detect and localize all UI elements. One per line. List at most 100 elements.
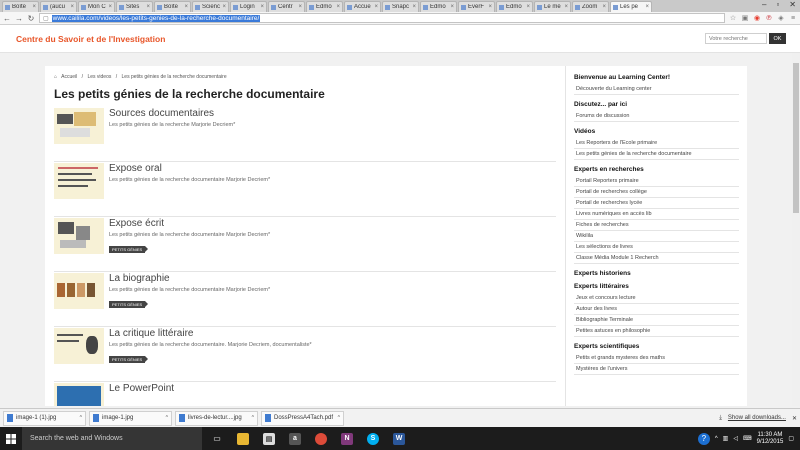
tab-close-icon[interactable]: × [645, 4, 649, 10]
sidebar-heading[interactable]: Experts en recherches [574, 166, 739, 173]
sidebar-link[interactable]: Mystères de l'univers [574, 364, 739, 375]
volume-icon[interactable]: ◁ [733, 435, 738, 442]
taskbar-search[interactable]: Search the web and Windows [22, 427, 202, 450]
sidebar-link[interactable]: Fiches de recherches [574, 220, 739, 231]
close-icon[interactable]: ✕ [792, 415, 797, 422]
tab-close-icon[interactable]: × [602, 4, 606, 10]
browser-tab[interactable]: Edmo × [420, 1, 457, 12]
browser-tab[interactable]: Edmo × [496, 1, 533, 12]
sidebar-link[interactable]: Les petits génies de la recherche docume… [574, 149, 739, 160]
tab-close-icon[interactable]: × [564, 4, 568, 10]
breadcrumb-videos[interactable]: Les videos [87, 74, 111, 80]
keyboard-icon[interactable]: ⌨ [743, 435, 752, 442]
download-item[interactable]: image-1.jpg ^ [89, 410, 172, 426]
sidebar-link[interactable]: Classe Média Module 1 Recherch [574, 253, 739, 264]
video-title[interactable]: Expose oral [109, 163, 270, 174]
tab-close-icon[interactable]: × [70, 4, 74, 10]
browser-tab[interactable]: Boîte × [154, 1, 191, 12]
sidebar-heading[interactable]: Experts littéraires [574, 283, 739, 290]
browser-tab[interactable]: Zoom × [572, 1, 609, 12]
video-title[interactable]: Expose écrit [109, 218, 270, 229]
browser-tab[interactable]: Centr × [268, 1, 305, 12]
network-icon[interactable]: ▥ [723, 435, 729, 442]
menu-icon[interactable]: ≡ [789, 15, 797, 22]
category-tag[interactable]: PETITS GÉNIES [109, 356, 149, 363]
browser-tab[interactable]: Accue × [344, 1, 381, 12]
sidebar-link[interactable]: Les Reporters de l'Ecole primaire [574, 138, 739, 149]
sidebar-link[interactable]: Petits et grands mysteres des maths [574, 353, 739, 364]
sidebar-link[interactable]: Jeux et concours lecture [574, 293, 739, 304]
video-thumbnail[interactable] [54, 328, 104, 364]
maximize-icon[interactable]: ▫ [776, 0, 779, 9]
video-thumbnail[interactable] [54, 218, 104, 254]
browser-tab[interactable]: Le mé × [534, 1, 571, 12]
store-icon[interactable]: ▤ [258, 427, 280, 450]
video-title[interactable]: La critique littéraire [109, 328, 312, 339]
word-icon[interactable]: W [388, 427, 410, 450]
help-icon[interactable]: ? [697, 432, 710, 445]
browser-tab[interactable]: (aucu × [40, 1, 77, 12]
sidebar-link[interactable]: Portail Reporters primaire [574, 176, 739, 187]
url-field[interactable]: ▢ www.cailila.com/videos/les-petits-geni… [39, 13, 725, 23]
sidebar-link[interactable]: Portail de recherches collège [574, 187, 739, 198]
tab-close-icon[interactable]: × [260, 4, 264, 10]
browser-tab[interactable]: Boîte × [2, 1, 39, 12]
video-thumbnail[interactable] [54, 163, 104, 199]
clock[interactable]: 11:30 AM 9/12/2015 [757, 432, 784, 446]
extension-icon[interactable]: ◉ [753, 14, 761, 22]
download-item[interactable]: livres-de-lectur....jpg ^ [175, 410, 258, 426]
extension-icon[interactable]: ◈ [777, 14, 785, 22]
pinterest-icon[interactable]: ℗ [765, 15, 773, 22]
show-all-downloads-link[interactable]: Show all downloads... [728, 415, 786, 421]
tab-close-icon[interactable]: × [450, 4, 454, 10]
browser-tab[interactable]: Snapc × [382, 1, 419, 12]
tab-close-icon[interactable]: × [108, 4, 112, 10]
download-item[interactable]: image-1 (1).jpg ^ [3, 410, 86, 426]
browser-tab[interactable]: EverF × [458, 1, 495, 12]
breadcrumb-home[interactable]: Accueil [61, 74, 77, 80]
tab-close-icon[interactable]: × [336, 4, 340, 10]
video-thumbnail[interactable] [54, 383, 104, 406]
sidebar-link[interactable]: Wikilila [574, 231, 739, 242]
tab-close-icon[interactable]: × [184, 4, 188, 10]
minimize-icon[interactable]: – [762, 0, 766, 9]
tab-close-icon[interactable]: × [374, 4, 378, 10]
tray-chevron-icon[interactable]: ^ [715, 436, 718, 442]
chevron-up-icon[interactable]: ^ [80, 415, 82, 421]
tab-close-icon[interactable]: × [488, 4, 492, 10]
category-tag[interactable]: PETITS GÉNIES [109, 301, 149, 308]
tab-close-icon[interactable]: × [526, 4, 530, 10]
sidebar-link[interactable]: Autour des livres [574, 304, 739, 315]
sidebar-heading[interactable]: Bienvenue au Learning Center! [574, 74, 739, 81]
tab-close-icon[interactable]: × [412, 4, 416, 10]
close-window-icon[interactable]: ✕ [789, 0, 796, 9]
tab-close-icon[interactable]: × [222, 4, 226, 10]
file-explorer-icon[interactable] [232, 427, 254, 450]
reload-icon[interactable]: ↻ [27, 14, 35, 23]
category-tag[interactable]: PETITS GÉNIES [109, 246, 149, 253]
video-title[interactable]: La biographie [109, 273, 270, 284]
task-view-icon[interactable]: ▭ [206, 427, 228, 450]
sidebar-link[interactable]: Portail de recherches lycée [574, 198, 739, 209]
download-item[interactable]: DossPressA4Tach.pdf ^ [261, 410, 344, 426]
sidebar-link[interactable]: Petites astuces en philosophie [574, 326, 739, 337]
sidebar-link[interactable]: Les sélections de livres [574, 242, 739, 253]
amazon-icon[interactable]: a [284, 427, 306, 450]
sidebar-link[interactable]: Bibliographie Terminale [574, 315, 739, 326]
notifications-icon[interactable]: ▢ [788, 435, 794, 442]
skype-icon[interactable]: S [362, 427, 384, 450]
tab-close-icon[interactable]: × [146, 4, 150, 10]
forward-icon[interactable]: → [15, 14, 23, 23]
sidebar-link[interactable]: Découverte du Learning center [574, 84, 739, 95]
tab-close-icon[interactable]: × [32, 4, 36, 10]
video-thumbnail[interactable] [54, 273, 104, 309]
chevron-up-icon[interactable]: ^ [252, 415, 254, 421]
search-input[interactable] [705, 33, 767, 44]
video-title[interactable]: Le PowerPoint [109, 383, 174, 394]
chevron-up-icon[interactable]: ^ [166, 415, 168, 421]
tab-close-icon[interactable]: × [298, 4, 302, 10]
onenote-icon[interactable]: N [336, 427, 358, 450]
browser-tab[interactable]: Login × [230, 1, 267, 12]
browser-tab[interactable]: Sites × [116, 1, 153, 12]
sidebar-link[interactable]: Livres numériques en accès lib [574, 209, 739, 220]
